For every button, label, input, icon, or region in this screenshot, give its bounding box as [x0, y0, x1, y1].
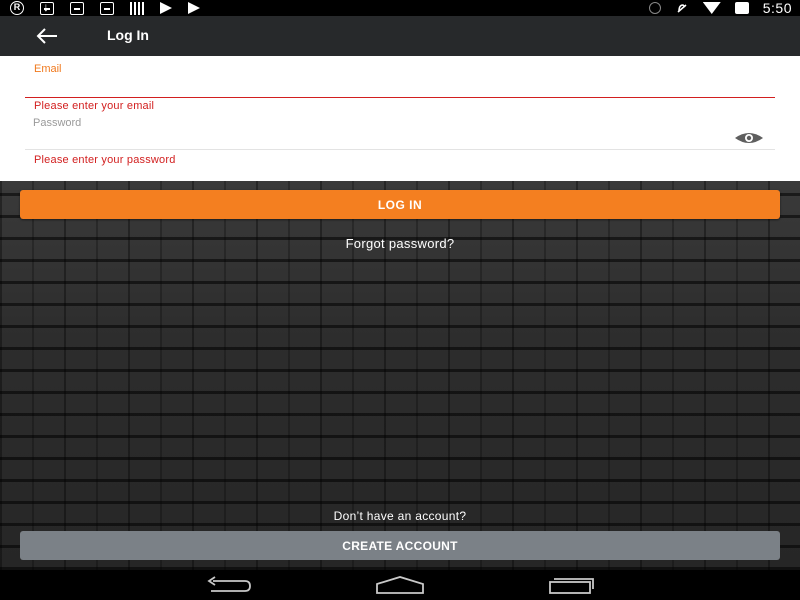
- nav-home-button[interactable]: [375, 576, 425, 594]
- login-button[interactable]: LOG IN: [20, 190, 780, 219]
- status-right-icons: 5:50: [648, 0, 792, 16]
- message-icon: [70, 1, 84, 15]
- page-title: Log In: [107, 27, 149, 43]
- forgot-password-link[interactable]: Forgot password?: [0, 236, 800, 251]
- message-icon: [100, 1, 114, 15]
- email-label: Email: [34, 63, 62, 75]
- password-field[interactable]: [33, 115, 713, 131]
- wifi-icon: [702, 2, 721, 14]
- play-icon: [188, 2, 200, 14]
- arrow-left-icon: [36, 28, 57, 44]
- email-error: Please enter your email: [34, 100, 155, 112]
- bluetooth-icon: [648, 2, 661, 14]
- email-field[interactable]: [33, 76, 733, 96]
- back-button[interactable]: [30, 22, 64, 50]
- status-left-icons: R: [10, 0, 200, 15]
- app-bar: Log In: [0, 16, 800, 56]
- barcode-icon: [130, 1, 144, 15]
- status-time: 5:50: [762, 0, 792, 16]
- password-field-container: [25, 113, 775, 150]
- nav-back-button[interactable]: [205, 576, 253, 594]
- password-error: Please enter your password: [34, 154, 176, 166]
- battery-icon: [734, 2, 749, 14]
- download-icon: [40, 0, 54, 15]
- create-account-button[interactable]: CREATE ACCOUNT: [20, 531, 780, 560]
- no-account-text: Don’t have an account?: [333, 509, 467, 523]
- no-notifications-icon: [675, 2, 689, 15]
- navigation-bar: [0, 570, 800, 600]
- status-bar: R 5:50: [0, 0, 800, 16]
- email-field-container: Email: [25, 56, 775, 98]
- play-store-icon: [160, 2, 172, 14]
- eye-icon: [735, 133, 763, 143]
- back-nav-icon: [207, 576, 251, 592]
- toggle-password-visibility-button[interactable]: [733, 129, 765, 147]
- nav-recent-apps-button[interactable]: [548, 576, 594, 594]
- registered-icon: R: [10, 1, 24, 15]
- recent-apps-icon: [549, 578, 594, 594]
- home-nav-icon: [376, 576, 424, 594]
- login-form: Email Please enter your email Please ent…: [0, 56, 800, 181]
